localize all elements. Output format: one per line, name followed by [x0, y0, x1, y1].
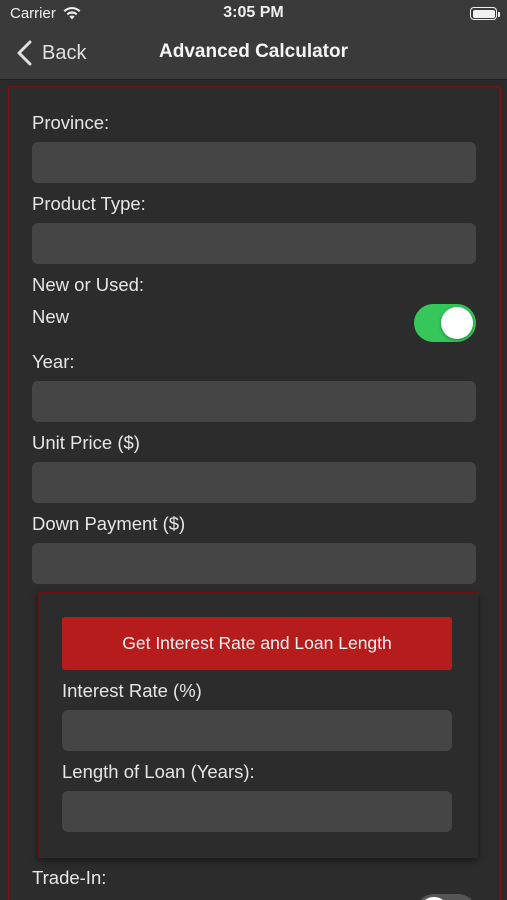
interest-rate-field[interactable] — [62, 710, 452, 751]
unit-price-field[interactable] — [32, 462, 476, 503]
navigation-bar: Back Advanced Calculator — [0, 28, 507, 80]
battery-icon — [470, 7, 500, 20]
province-field[interactable] — [32, 142, 476, 183]
product-type-label: Product Type: — [32, 193, 146, 214]
year-label: Year: — [32, 351, 75, 372]
page-title: Advanced Calculator — [159, 41, 348, 62]
down-payment-label: Down Payment ($) — [32, 513, 186, 534]
trade-in-label: Trade-In: — [32, 867, 107, 888]
unit-price-label: Unit Price ($) — [32, 432, 140, 453]
loan-length-label: Length of Loan (Years): — [62, 761, 255, 782]
product-type-field[interactable] — [32, 223, 476, 264]
toggle-knob — [441, 307, 473, 339]
new-used-toggle[interactable] — [414, 304, 476, 342]
down-payment-field[interactable] — [32, 543, 476, 584]
interest-rate-label: Interest Rate (%) — [62, 680, 202, 701]
year-field[interactable] — [32, 381, 476, 422]
status-time: 3:05 PM — [223, 4, 284, 21]
new-option-label: New — [32, 306, 70, 327]
status-bar: Carrier 3:05 PM — [0, 0, 507, 28]
province-label: Province: — [32, 112, 110, 133]
loan-length-field[interactable] — [62, 791, 452, 832]
get-interest-rate-button[interactable]: Get Interest Rate and Loan Length — [62, 617, 452, 670]
new-or-used-label: New or Used: — [32, 274, 145, 295]
